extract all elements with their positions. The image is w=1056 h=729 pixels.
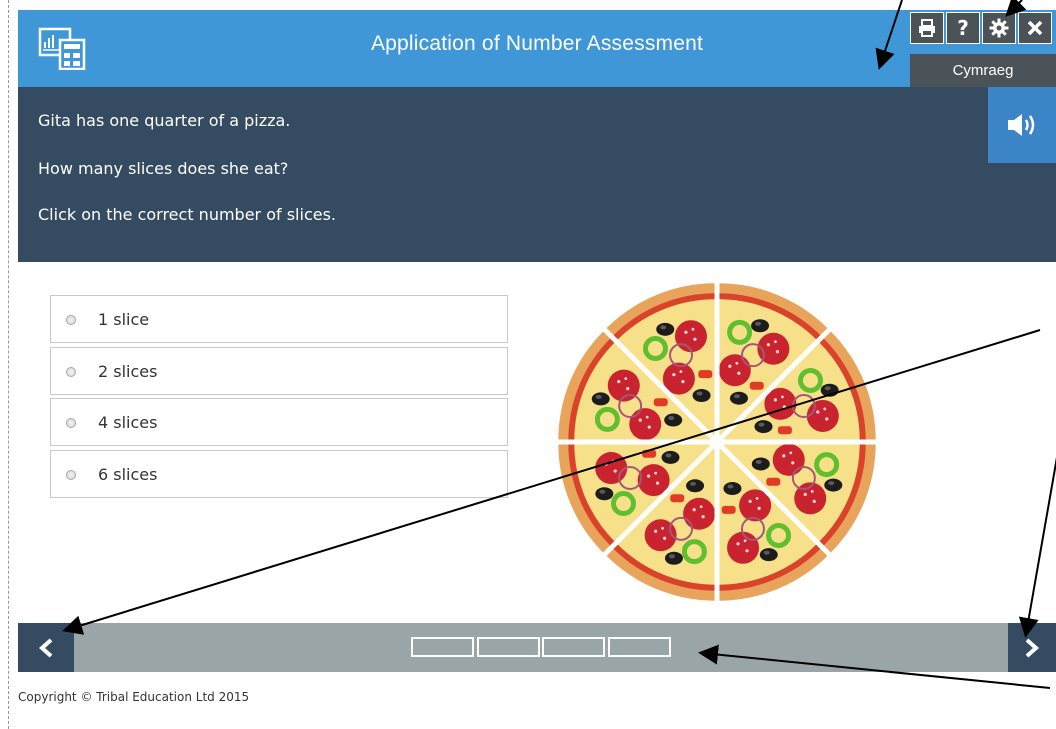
previous-button[interactable] [18,623,74,672]
navigation-bar [18,623,1056,672]
answer-option-label: 1 slice [98,310,150,329]
help-button[interactable]: ? [946,12,980,44]
answer-option-2[interactable]: 2 slices [50,347,508,395]
chevron-left-icon [38,638,53,657]
answer-option-label: 4 slices [98,413,158,432]
chevron-right-icon [1025,638,1040,657]
answer-option-label: 6 slices [98,465,158,484]
close-button[interactable] [1018,12,1052,44]
progress-segment [411,637,474,657]
next-button[interactable] [1008,623,1056,672]
pizza-image[interactable] [557,282,877,602]
answer-option-label: 2 slices [98,362,158,381]
question-line-1: Gita has one quarter of a pizza. [38,111,291,130]
radio-button[interactable] [66,367,76,377]
print-icon [919,19,935,37]
page-title: Application of Number Assessment [370,32,704,55]
annotation-arrow [1018,457,1056,638]
copyright-text: Copyright © Tribal Education Ltd 2015 [18,690,250,704]
progress-segment [608,637,671,657]
radio-button[interactable] [66,470,76,480]
audio-button[interactable] [988,87,1056,163]
radio-button[interactable] [66,418,76,428]
progress-segment [542,637,605,657]
question-line-3: Click on the correct number of slices. [38,205,337,224]
language-toggle-button[interactable]: Cymraeg [910,54,1056,87]
answer-option-1[interactable]: 1 slice [50,295,508,343]
speaker-icon [1008,114,1035,136]
question-line-2: How many slices does she eat? [38,159,289,178]
settings-button[interactable] [982,12,1016,44]
close-icon [1027,20,1043,36]
answer-option-3[interactable]: 4 slices [50,398,508,446]
gear-icon [989,18,1009,38]
header-toolbar: ? [910,10,1056,46]
answer-option-4[interactable]: 6 slices [50,450,508,498]
print-button[interactable] [910,12,944,44]
app-header: Application of Number Assessment [18,10,1056,87]
progress-segment [477,637,540,657]
page-left-border [8,0,9,729]
question-panel: Gita has one quarter of a pizza. How man… [18,87,1056,262]
help-icon: ? [957,16,969,40]
radio-button[interactable] [66,315,76,325]
